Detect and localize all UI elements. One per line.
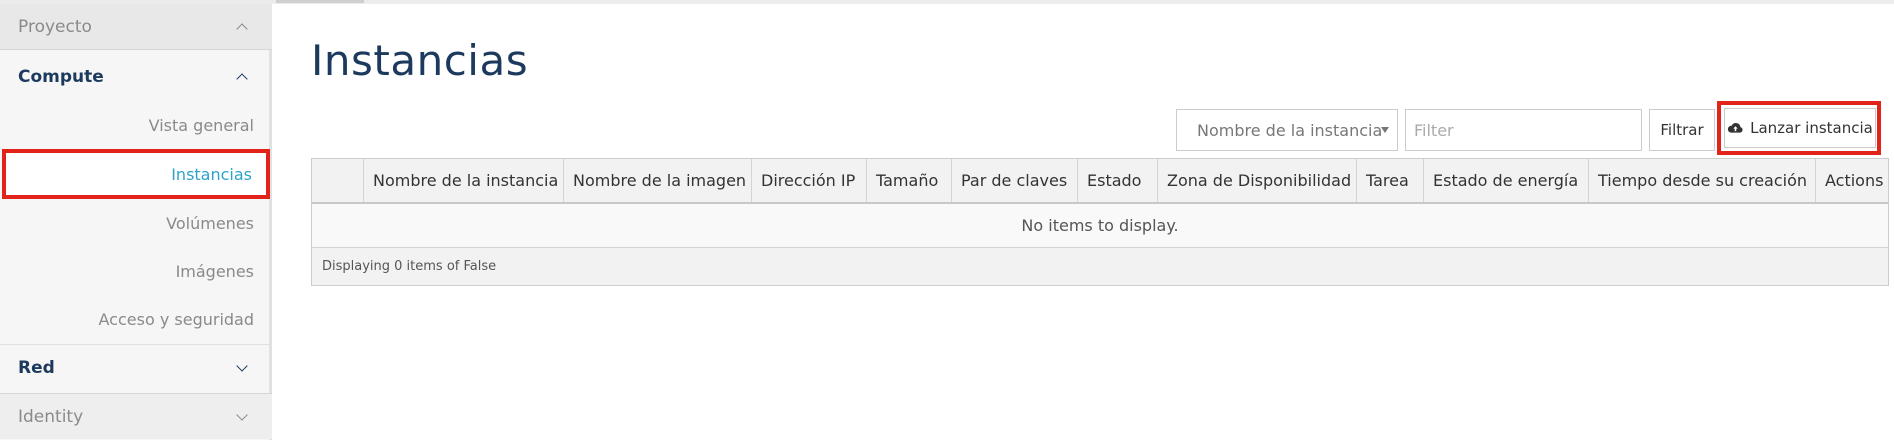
sidebar-section-label: Proyecto [18, 16, 92, 37]
sidebar-section-compute[interactable]: Compute [0, 54, 272, 100]
table-empty-message: No items to display. [312, 204, 1888, 248]
filter-field-value: Nombre de la instancia [1197, 120, 1383, 140]
column-header[interactable]: Nombre de la instancia [364, 159, 564, 202]
chevron-down-icon [236, 408, 248, 421]
column-header[interactable]: Estado [1078, 159, 1158, 202]
sidebar-item-vista-general[interactable]: Vista general [0, 102, 272, 150]
column-header[interactable]: Par de claves [952, 159, 1078, 202]
caret-down-icon [1381, 127, 1389, 133]
column-header[interactable]: Tamaño [867, 159, 952, 202]
page-title: Instancias [311, 36, 529, 85]
sidebar-section-label: Red [18, 357, 55, 378]
chevron-up-icon [236, 73, 248, 85]
table-footer: Displaying 0 items of False [312, 248, 1888, 285]
top-bar [0, 0, 1894, 4]
sidebar-section-proyecto[interactable]: Proyecto [0, 4, 272, 50]
filter-button[interactable]: Filtrar [1649, 109, 1715, 151]
sidebar-item-acceso-seguridad[interactable]: Acceso y seguridad [0, 296, 272, 344]
launch-instance-label: Lanzar instancia [1750, 119, 1873, 137]
sidebar-item-instancias[interactable]: Instancias [2, 149, 270, 199]
chevron-down-icon [236, 359, 248, 372]
column-header[interactable]: Tarea [1357, 159, 1424, 202]
sidebar-section-label: Compute [18, 67, 104, 87]
sidebar-item-volumenes[interactable]: Volúmenes [0, 200, 272, 248]
column-header[interactable]: Nombre de la imagen [564, 159, 752, 202]
filter-input[interactable] [1405, 109, 1642, 151]
column-header[interactable]: Actions [1816, 159, 1888, 202]
launch-instance-button[interactable]: Lanzar instancia [1724, 108, 1876, 148]
instances-table: Nombre de la instancia Nombre de la imag… [311, 158, 1889, 286]
top-tab-indicator [276, 0, 364, 3]
column-header[interactable]: Estado de energía [1424, 159, 1589, 202]
column-header[interactable]: Dirección IP [752, 159, 867, 202]
cloud-upload-icon [1728, 123, 1743, 133]
sidebar-item-imagenes[interactable]: Imágenes [0, 248, 272, 296]
sidebar: Proyecto Compute Vista general Instancia… [0, 4, 272, 440]
sidebar-section-label: Identity [18, 406, 84, 427]
column-header[interactable]: Zona de Disponibilidad [1158, 159, 1357, 202]
sidebar-section-identity[interactable]: Identity [0, 393, 272, 439]
sidebar-section-red[interactable]: Red [0, 344, 272, 390]
column-header[interactable]: Tiempo desde su creación [1589, 159, 1816, 202]
table-header: Nombre de la instancia Nombre de la imag… [312, 159, 1888, 204]
select-all-column[interactable] [312, 159, 364, 202]
filter-field-select[interactable]: Nombre de la instancia [1176, 109, 1398, 151]
chevron-up-icon [236, 22, 248, 35]
